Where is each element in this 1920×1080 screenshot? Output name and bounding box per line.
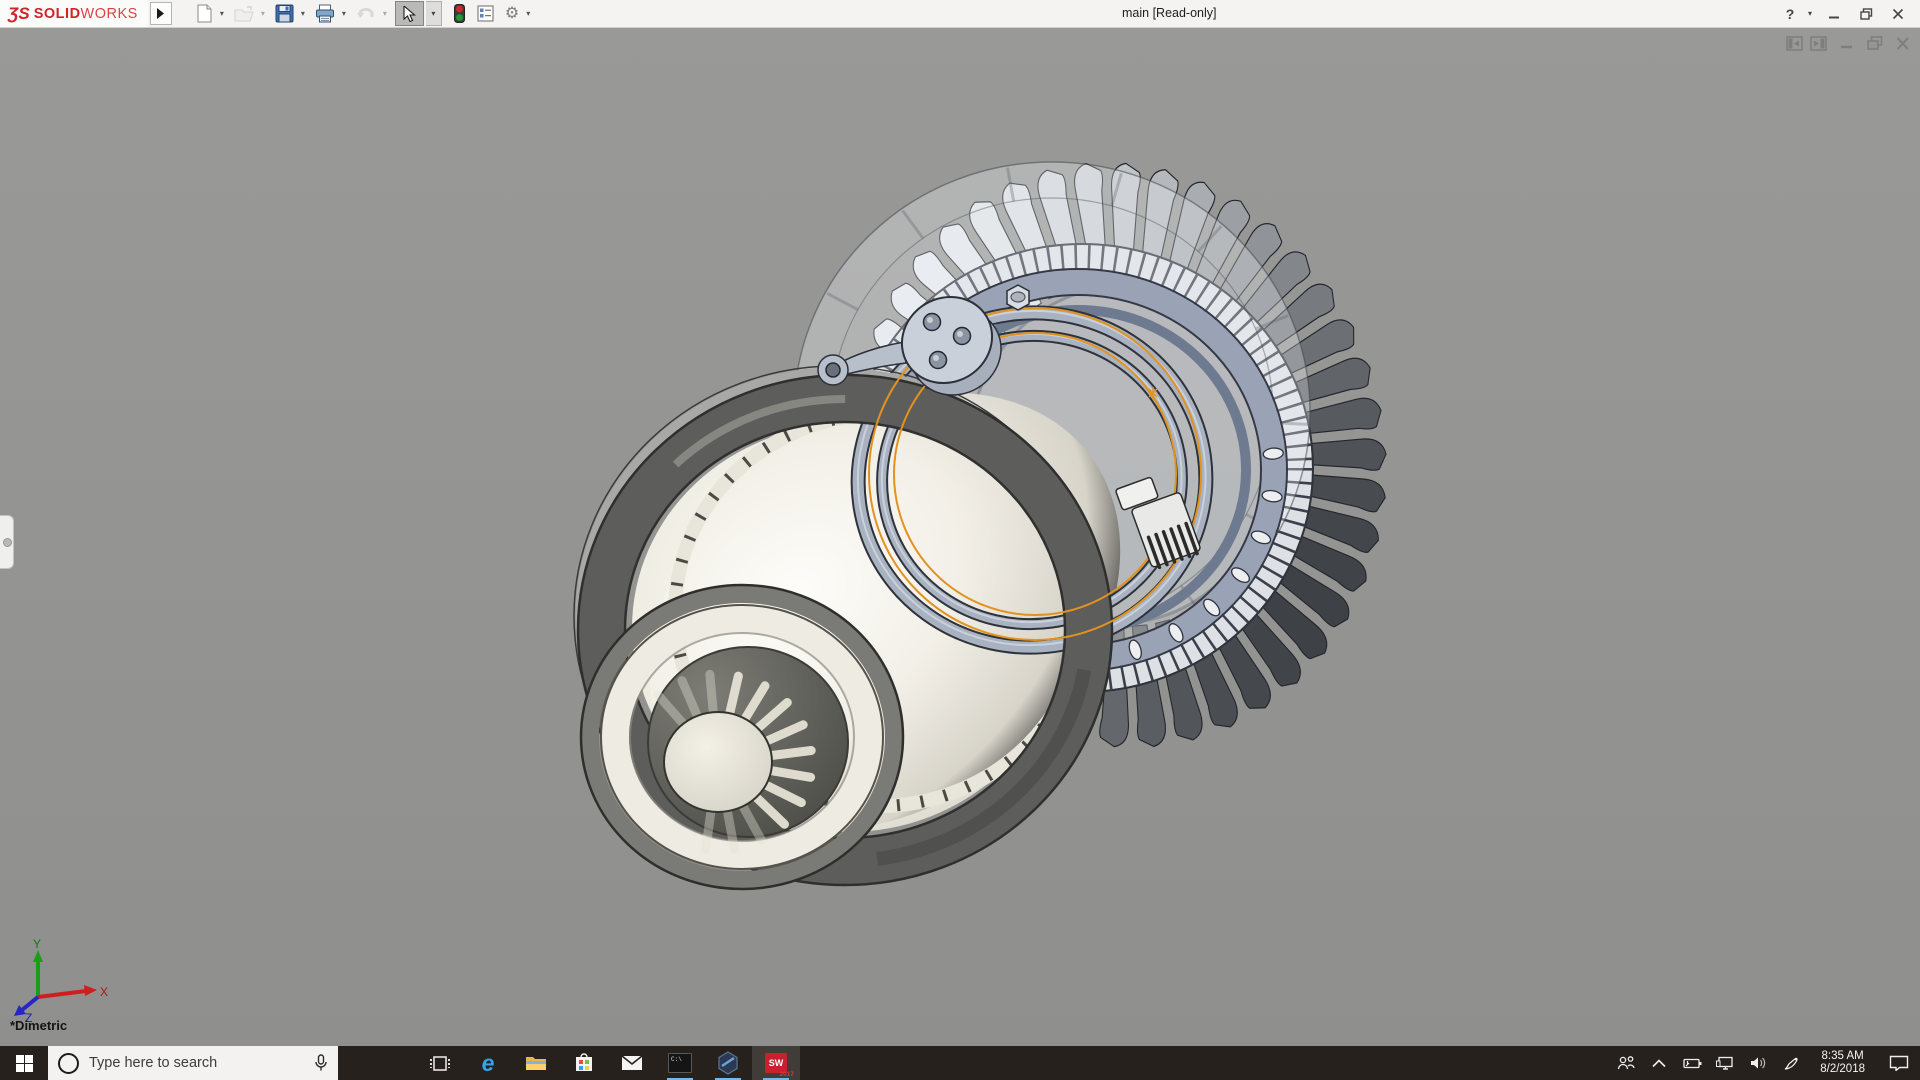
edrawings-hexagon-icon bbox=[717, 1051, 739, 1075]
sw-letters: SW bbox=[769, 1058, 784, 1068]
save-icon bbox=[275, 4, 294, 23]
edrawings-button[interactable] bbox=[704, 1046, 752, 1080]
clock-date: 8/2/2018 bbox=[1820, 1063, 1865, 1076]
close-icon bbox=[1892, 8, 1904, 20]
solidworks-2017-button[interactable]: SW 2017 bbox=[752, 1046, 800, 1080]
edge-icon: e bbox=[482, 1052, 495, 1075]
title-bar: ƷS SOLIDWORKS ▾ ▾ ▾ bbox=[0, 0, 1920, 28]
network-icon[interactable] bbox=[1713, 1056, 1737, 1070]
search-placeholder: Type here to search bbox=[89, 1055, 304, 1071]
flyout-arrow-icon bbox=[156, 8, 165, 19]
file-explorer-button[interactable] bbox=[512, 1046, 560, 1080]
clock-time: 8:35 AM bbox=[1820, 1050, 1865, 1063]
select-tool-button[interactable] bbox=[395, 1, 424, 26]
pen-icon[interactable] bbox=[1779, 1056, 1803, 1071]
undo-dropdown-caret[interactable]: ▾ bbox=[383, 9, 387, 18]
volume-icon[interactable] bbox=[1746, 1056, 1770, 1070]
battery-icon[interactable] bbox=[1680, 1057, 1704, 1069]
windows-logo-icon bbox=[16, 1055, 33, 1072]
toolbar-flyout-button[interactable] bbox=[150, 2, 172, 25]
print-button[interactable] bbox=[313, 2, 337, 26]
options-gear-icon: ⚙ bbox=[505, 6, 519, 22]
restore-button[interactable] bbox=[1852, 0, 1880, 27]
edge-button[interactable]: e bbox=[464, 1046, 512, 1080]
file-properties-icon bbox=[477, 5, 494, 22]
minimize-doc-icon[interactable] bbox=[1840, 36, 1854, 51]
mail-icon bbox=[621, 1055, 643, 1071]
rebuild-button[interactable] bbox=[452, 2, 467, 26]
engine-model[interactable]: Y X Z bbox=[0, 28, 1920, 1046]
minimize-button[interactable] bbox=[1820, 0, 1848, 27]
sw-year-badge: 2017 bbox=[780, 1071, 794, 1078]
cortana-icon bbox=[58, 1053, 79, 1074]
select-cursor-icon bbox=[403, 6, 416, 22]
view-orientation-label: *Dimetric bbox=[10, 1018, 67, 1033]
undo-icon bbox=[356, 5, 376, 22]
pane-left-icon[interactable] bbox=[1786, 36, 1803, 51]
command-prompt-icon: C:\ bbox=[668, 1053, 692, 1073]
file-properties-button[interactable] bbox=[475, 2, 496, 26]
task-view-button[interactable] bbox=[416, 1046, 464, 1080]
print-icon bbox=[315, 4, 335, 23]
solidworks-2017-icon: SW bbox=[765, 1053, 787, 1073]
open-icon bbox=[234, 5, 254, 22]
ds-logo-icon: ƷS bbox=[8, 4, 30, 24]
mail-button[interactable] bbox=[608, 1046, 656, 1080]
store-button[interactable] bbox=[560, 1046, 608, 1080]
help-dropdown-caret[interactable]: ▾ bbox=[1804, 0, 1816, 27]
microphone-icon[interactable] bbox=[314, 1054, 328, 1072]
brand-bold: SOLID bbox=[34, 6, 81, 22]
open-button[interactable] bbox=[232, 2, 256, 26]
graphics-viewport[interactable]: Y X Z *Dimetric bbox=[0, 28, 1920, 1046]
orientation-triad: Y X Z bbox=[14, 937, 108, 1025]
people-icon[interactable] bbox=[1614, 1056, 1638, 1070]
options-dropdown-caret[interactable]: ▾ bbox=[526, 9, 530, 18]
minimize-icon bbox=[1828, 8, 1840, 20]
task-view-icon bbox=[430, 1055, 450, 1072]
taskbar-search-input[interactable]: Type here to search bbox=[48, 1046, 338, 1080]
action-center-icon[interactable] bbox=[1882, 1055, 1916, 1071]
pane-right-icon[interactable] bbox=[1810, 36, 1827, 51]
close-button[interactable] bbox=[1884, 0, 1912, 27]
start-button[interactable] bbox=[0, 1046, 48, 1080]
options-button[interactable]: ⚙ bbox=[503, 2, 521, 26]
help-button[interactable]: ? bbox=[1780, 0, 1800, 27]
triad-y-label: Y bbox=[33, 937, 41, 951]
hidden-icons-chevron-icon[interactable] bbox=[1647, 1059, 1671, 1068]
command-prompt-button[interactable]: C:\ bbox=[656, 1046, 704, 1080]
restore-doc-icon[interactable] bbox=[1867, 36, 1883, 51]
file-explorer-icon bbox=[525, 1054, 547, 1072]
print-dropdown-caret[interactable]: ▾ bbox=[342, 9, 346, 18]
feature-manager-collapsed-tab[interactable] bbox=[0, 515, 14, 569]
new-dropdown-caret[interactable]: ▾ bbox=[220, 9, 224, 18]
save-button[interactable] bbox=[273, 2, 296, 26]
window-title: main [Read-only] bbox=[1122, 0, 1217, 27]
brand-light: WORKS bbox=[81, 6, 138, 22]
new-document-button[interactable] bbox=[194, 2, 215, 26]
quick-access-toolbar: ▾ ▾ ▾ ▾ ▾ bbox=[194, 1, 536, 26]
solidworks-logo: ƷS SOLIDWORKS bbox=[0, 0, 148, 27]
restore-icon bbox=[1860, 8, 1873, 20]
open-dropdown-caret[interactable]: ▾ bbox=[261, 9, 265, 18]
document-window-controls bbox=[1786, 36, 1910, 51]
save-dropdown-caret[interactable]: ▾ bbox=[301, 9, 305, 18]
taskbar-clock[interactable]: 8:35 AM 8/2/2018 bbox=[1812, 1050, 1873, 1076]
triad-x-label: X bbox=[100, 985, 108, 999]
system-tray: 8:35 AM 8/2/2018 bbox=[1614, 1046, 1920, 1080]
select-dropdown-caret[interactable]: ▾ bbox=[426, 1, 442, 26]
tab-handle-dot bbox=[3, 538, 12, 547]
close-doc-icon[interactable] bbox=[1896, 36, 1910, 51]
store-icon bbox=[574, 1053, 594, 1073]
new-document-icon bbox=[196, 4, 213, 23]
command-prompt-label: C:\ bbox=[671, 1056, 682, 1063]
undo-button[interactable] bbox=[354, 2, 378, 26]
rebuild-traffic-light-icon bbox=[454, 4, 465, 23]
